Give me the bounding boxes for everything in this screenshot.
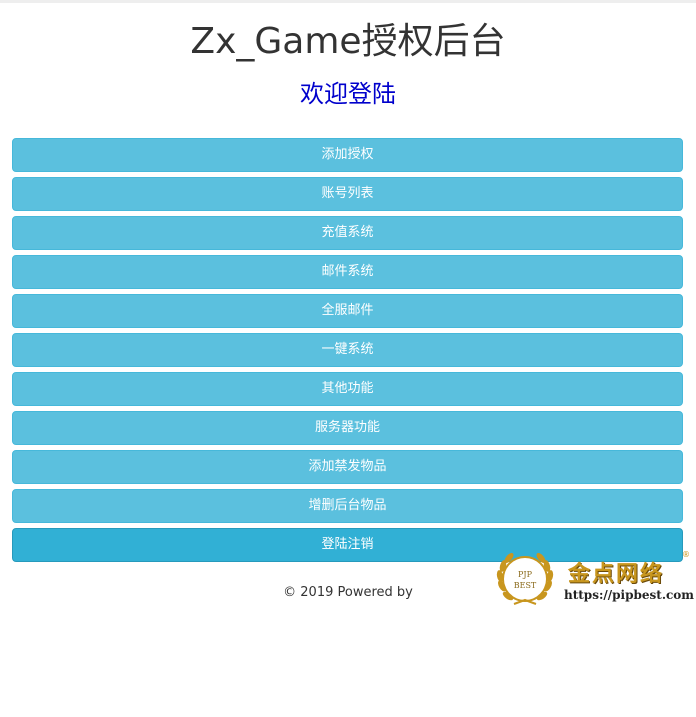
add-authorization-button[interactable]: 添加授权 [12,138,683,172]
server-functions-button[interactable]: 服务器功能 [12,411,683,445]
top-divider [0,0,696,3]
page-title: Zx_Game授权后台 [190,21,506,62]
watermark-url: https://pipbest.com [564,588,695,602]
laurel-badge-icon: PJP BEST [496,553,554,605]
svg-text:BEST: BEST [514,581,537,590]
menu-list: 添加授权 账号列表 充值系统 邮件系统 全服邮件 一键系统 其他功能 服务器功能… [12,138,683,567]
watermark: PJP BEST 金点网络 https://pipbest.com ® [492,546,695,616]
welcome-subtitle: 欢迎登陆 [300,80,396,108]
server-wide-mail-button[interactable]: 全服邮件 [12,294,683,328]
recharge-system-button[interactable]: 充值系统 [12,216,683,250]
add-banned-items-button[interactable]: 添加禁发物品 [12,450,683,484]
one-click-system-button[interactable]: 一键系统 [12,333,683,367]
registered-mark: ® [682,550,690,559]
account-list-button[interactable]: 账号列表 [12,177,683,211]
manage-backend-items-button[interactable]: 增删后台物品 [12,489,683,523]
other-functions-button[interactable]: 其他功能 [12,372,683,406]
mail-system-button[interactable]: 邮件系统 [12,255,683,289]
svg-text:PJP: PJP [518,570,533,579]
watermark-brand: 金点网络 [568,561,665,587]
